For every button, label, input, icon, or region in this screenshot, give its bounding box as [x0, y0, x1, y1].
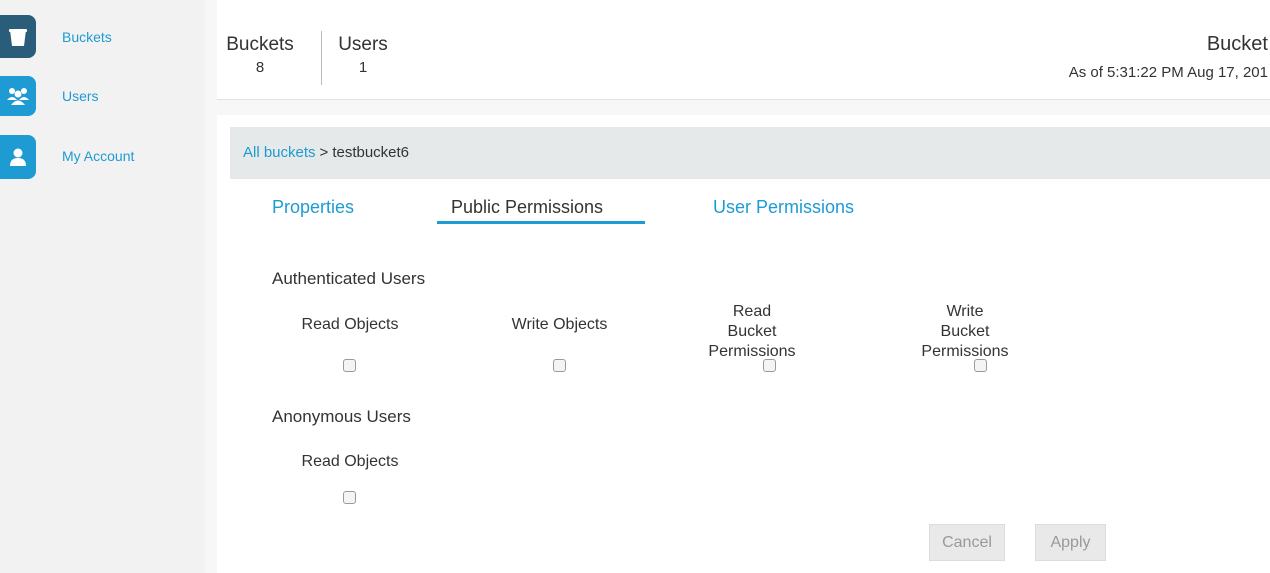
breadcrumb: All buckets > testbucket6 [230, 127, 1270, 179]
breadcrumb-separator: > [319, 144, 329, 161]
sidebar-item-my-account[interactable]: My Account [0, 135, 205, 179]
sidebar-item-label: Buckets [62, 29, 112, 45]
page-title: Bucket [1206, 33, 1268, 55]
tab-user-permissions[interactable]: User Permissions [713, 197, 854, 218]
stat-value: 1 [358, 59, 368, 76]
tab-properties[interactable]: Properties [272, 197, 354, 218]
sidebar-item-buckets[interactable]: Buckets [0, 15, 205, 58]
perm-label-write-bucket-permissions: Write Bucket Permissions [921, 303, 1009, 360]
users-icon [0, 76, 36, 116]
checkbox-auth-read-objects[interactable] [343, 359, 356, 372]
stat-label: Users [338, 34, 388, 55]
sidebar-item-users[interactable]: Users [0, 76, 205, 116]
checkbox-anon-read-objects[interactable] [343, 491, 356, 504]
checkbox-auth-write-bucket-permissions[interactable] [974, 359, 987, 372]
bucket-panel: All buckets > testbucket6 Properties Publi… [217, 115, 1270, 573]
breadcrumb-current: testbucket6 [332, 144, 410, 161]
perm-label-write-objects: Write Objects [511, 316, 608, 333]
main-area: Buckets 8 Users 1 Bucket As of 5:31:22 P… [205, 0, 1270, 573]
sidebar: Buckets Users My Account [0, 0, 205, 573]
cancel-button[interactable]: Cancel [929, 524, 1005, 561]
header: Buckets 8 Users 1 Bucket As of 5:31:22 P… [217, 0, 1270, 100]
perm-label-anon-read-objects: Read Objects [301, 453, 399, 470]
sidebar-item-label: My Account [62, 148, 135, 164]
perm-label-read-bucket-permissions: Read Bucket Permissions [708, 303, 796, 360]
tab-public-permissions[interactable]: Public Permissions [451, 197, 603, 218]
checkbox-auth-read-bucket-permissions[interactable] [763, 359, 776, 372]
timestamp: As of 5:31:22 PM Aug 17, 201 [1068, 64, 1268, 81]
breadcrumb-all-buckets-link[interactable]: All buckets [243, 144, 316, 161]
section-title-authenticated: Authenticated Users [272, 269, 426, 288]
perm-label-read-objects: Read Objects [301, 316, 399, 333]
active-tab-indicator [437, 221, 645, 224]
stat-users: Users 1 [332, 34, 394, 76]
apply-button[interactable]: Apply [1035, 524, 1106, 561]
stat-label: Buckets [226, 34, 294, 55]
divider [321, 31, 322, 85]
checkbox-auth-write-objects[interactable] [553, 359, 566, 372]
user-icon [0, 135, 36, 179]
bucket-icon [0, 15, 36, 58]
stat-buckets: Buckets 8 [217, 34, 303, 76]
header-summary: Bucket As of 5:31:22 PM Aug 17, 201 [1069, 33, 1268, 82]
sidebar-item-label: Users [62, 88, 99, 104]
section-title-anonymous: Anonymous Users [272, 407, 411, 426]
stat-value: 8 [255, 59, 265, 76]
